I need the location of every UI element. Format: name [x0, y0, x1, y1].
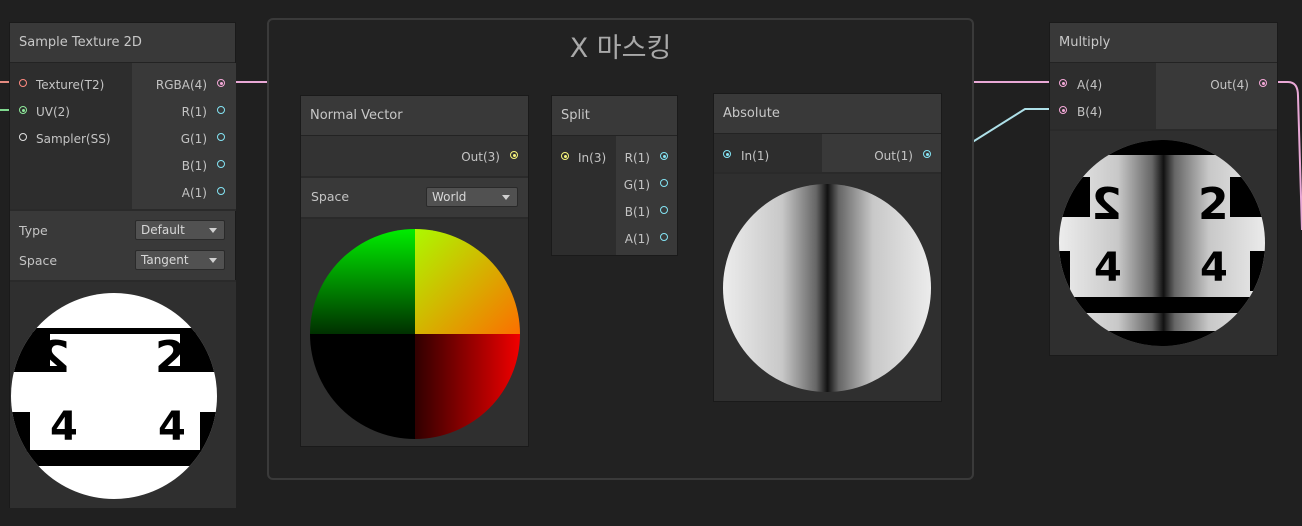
sampler-port-dot-icon[interactable]: [19, 133, 27, 141]
b-port-dot-icon[interactable]: [1059, 106, 1067, 114]
a-port-dot-icon[interactable]: [660, 233, 668, 241]
multiply-node[interactable]: Multiply A(4) B(4) Out(4) 2 2 4 4: [1049, 22, 1278, 356]
dropdown-caret-icon: [502, 195, 510, 200]
space-dropdown-value: Tangent: [141, 253, 189, 267]
out-port-dot-icon[interactable]: [510, 151, 518, 159]
texture-preview-sphere: 2 2 4 4: [11, 293, 217, 499]
space-dropdown[interactable]: Tangent: [135, 250, 225, 270]
node-title[interactable]: Split: [552, 96, 677, 136]
b-output-label: B(1): [181, 159, 207, 173]
output-ports-panel: [1156, 63, 1277, 129]
node-title[interactable]: Multiply: [1050, 23, 1277, 63]
normal-vector-node[interactable]: Normal Vector Out(3) Space World: [300, 95, 529, 447]
a-port-dot-icon[interactable]: [217, 187, 225, 195]
g-port-dot-icon[interactable]: [660, 179, 668, 187]
b-input-label: B(4): [1077, 105, 1103, 119]
absolute-preview-sphere: [723, 184, 931, 392]
preview-glyph: 2: [1198, 179, 1229, 230]
multiply-preview[interactable]: 2 2 4 4: [1050, 131, 1277, 355]
texture-port-dot-icon[interactable]: [19, 79, 27, 87]
in-port-dot-icon[interactable]: [561, 152, 569, 160]
space-label: Space: [19, 253, 58, 268]
uv-port-dot-icon[interactable]: [19, 106, 27, 114]
normal-preview[interactable]: [301, 219, 528, 446]
uv-input-label: UV(2): [36, 105, 70, 119]
normal-preview-sphere: [310, 229, 520, 439]
type-dropdown[interactable]: Default: [135, 220, 225, 240]
multiply-preview-sphere: 2 2 4 4: [1059, 140, 1265, 346]
b-port-dot-icon[interactable]: [217, 160, 225, 168]
in-input-label: In(3): [578, 151, 607, 165]
r-port-dot-icon[interactable]: [217, 106, 225, 114]
space-dropdown-value: World: [432, 190, 467, 204]
type-dropdown-value: Default: [141, 223, 185, 237]
absolute-node[interactable]: Absolute In(1) Out(1): [713, 93, 942, 402]
space-label: Space: [311, 189, 350, 204]
split-node[interactable]: Split In(3) R(1) G(1) B(1) A(1): [551, 95, 678, 256]
preview-glyph: 4: [158, 404, 186, 450]
dropdown-caret-icon: [209, 258, 217, 263]
b-port-dot-icon[interactable]: [660, 206, 668, 214]
out-output-label: Out(4): [1210, 78, 1249, 92]
g-port-dot-icon[interactable]: [217, 133, 225, 141]
input-ports-panel: [1050, 63, 1156, 129]
g-output-label: G(1): [623, 178, 650, 192]
space-dropdown[interactable]: World: [426, 187, 518, 207]
sample-texture-2d-node[interactable]: Sample Texture 2D Texture(T2) UV(2) Samp…: [9, 22, 236, 508]
rgba-port-dot-icon[interactable]: [217, 79, 225, 87]
divider: [301, 176, 528, 178]
node-title[interactable]: Normal Vector: [301, 96, 528, 136]
g-output-label: G(1): [180, 132, 207, 146]
node-title[interactable]: Sample Texture 2D: [10, 23, 235, 63]
out-output-label: Out(3): [461, 150, 500, 164]
texture-preview[interactable]: 2 2 4 4: [10, 282, 236, 508]
type-label: Type: [19, 223, 48, 238]
out-port-dot-icon[interactable]: [923, 150, 931, 158]
preview-glyph: 4: [1200, 245, 1228, 291]
preview-glyph: 4: [50, 404, 78, 450]
a-output-label: A(1): [624, 232, 650, 246]
rgba-output-label: RGBA(4): [155, 78, 207, 92]
a-input-label: A(4): [1077, 78, 1103, 92]
b-output-label: B(1): [624, 205, 650, 219]
dropdown-caret-icon: [209, 228, 217, 233]
texture-input-label: Texture(T2): [36, 78, 105, 92]
in-port-dot-icon[interactable]: [723, 150, 731, 158]
in-input-label: In(1): [741, 149, 770, 163]
preview-glyph: 2: [39, 332, 70, 383]
preview-glyph: 2: [1091, 179, 1122, 230]
r-output-label: R(1): [624, 151, 650, 165]
sampler-input-label: Sampler(SS): [36, 132, 111, 146]
out-port-dot-icon[interactable]: [1259, 79, 1267, 87]
node-title[interactable]: Absolute: [714, 94, 941, 134]
divider: [10, 209, 236, 211]
r-output-label: R(1): [181, 105, 207, 119]
preview-glyph: 2: [155, 332, 186, 383]
a-output-label: A(1): [181, 186, 207, 200]
a-port-dot-icon[interactable]: [1059, 79, 1067, 87]
out-output-label: Out(1): [874, 149, 913, 163]
absolute-preview[interactable]: [714, 174, 941, 401]
r-port-dot-icon[interactable]: [660, 152, 668, 160]
preview-glyph: 4: [1094, 245, 1122, 291]
group-title[interactable]: X 마스킹: [269, 26, 972, 65]
